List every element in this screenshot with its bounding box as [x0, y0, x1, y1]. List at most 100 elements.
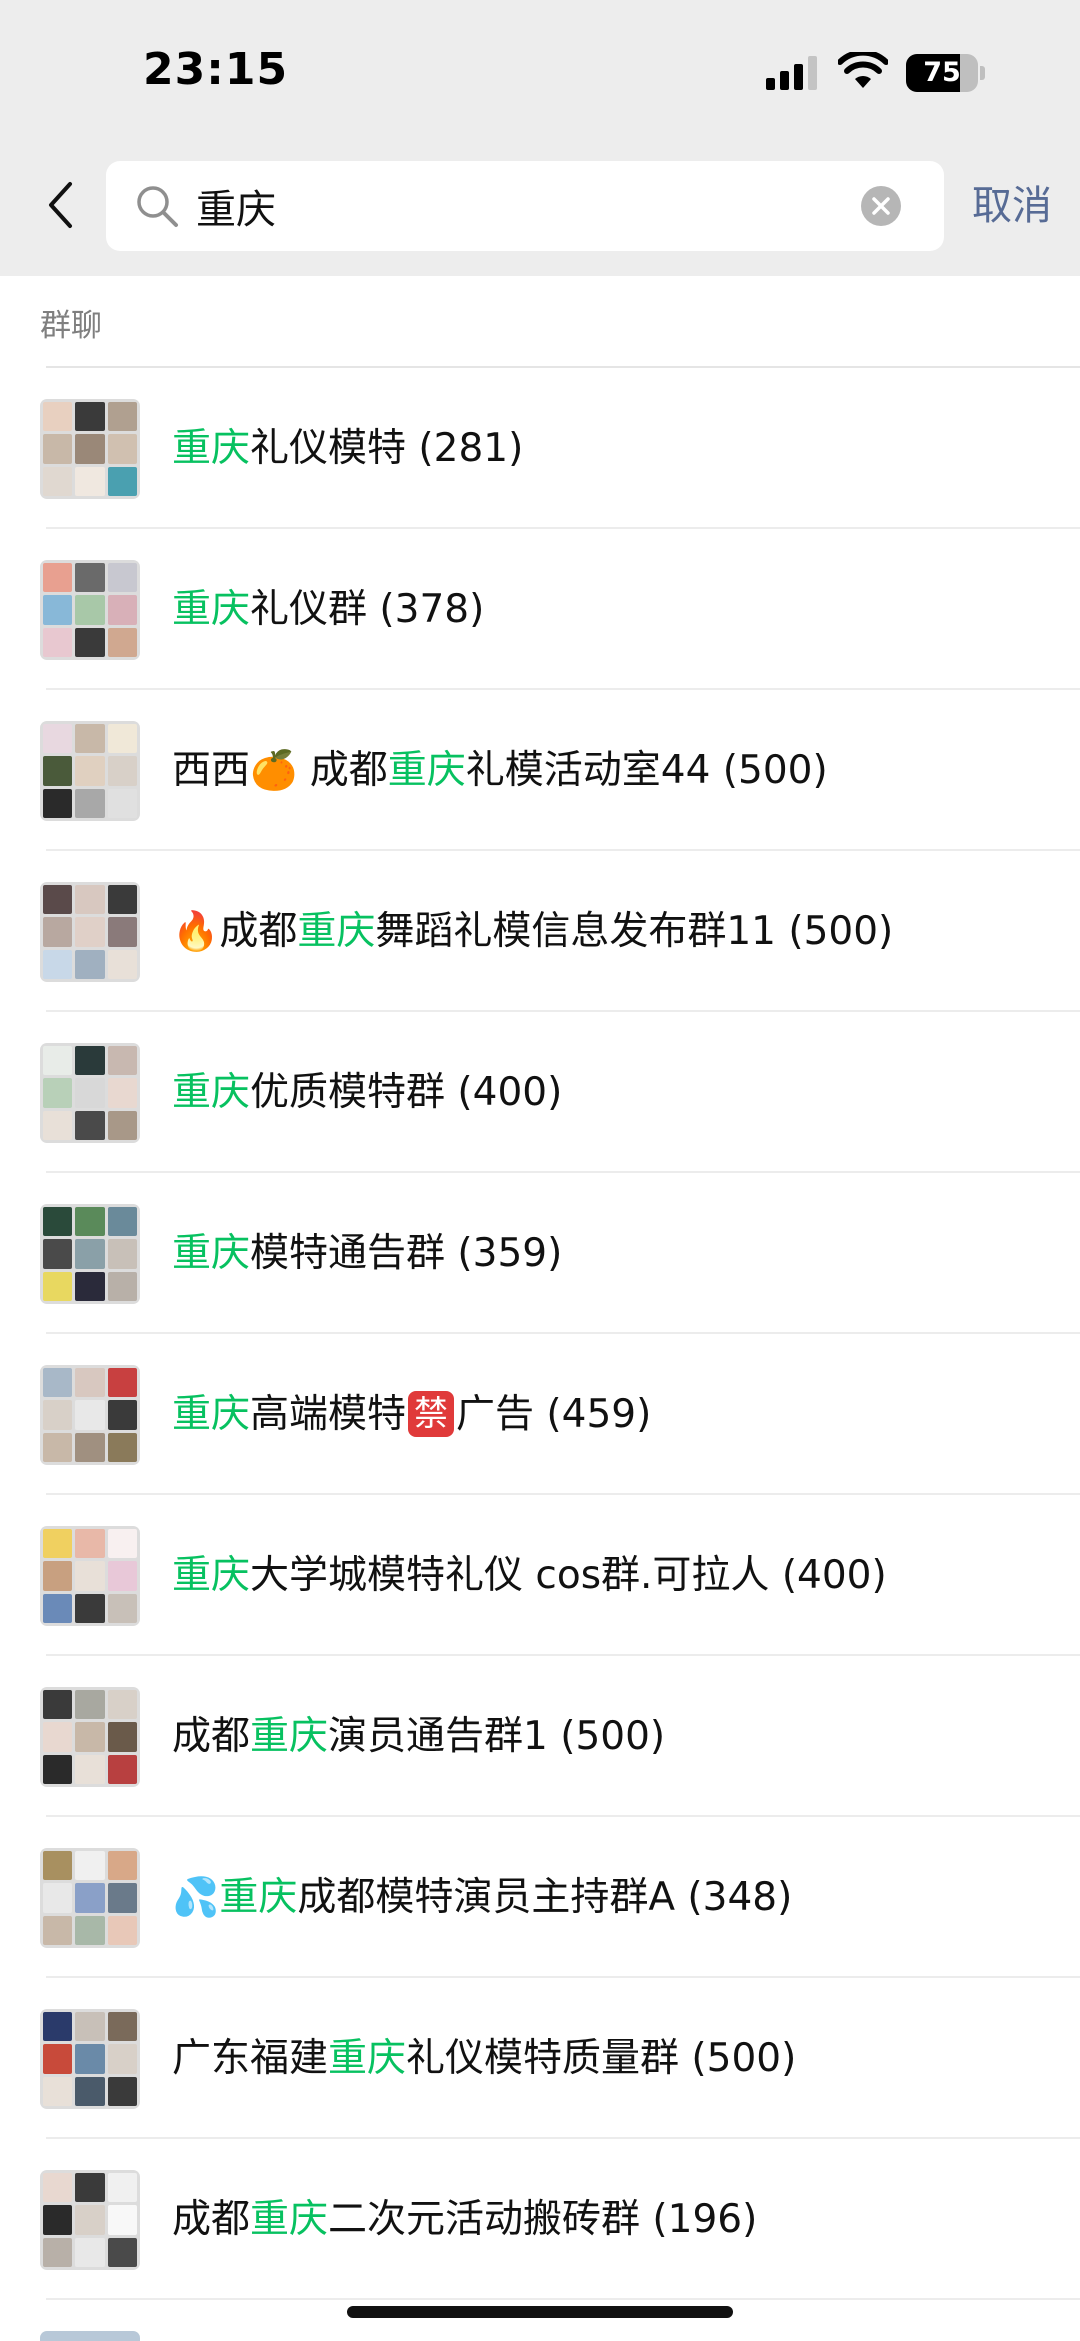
group-title: 重庆大学城模特礼仪 cos群.可拉人 (400): [172, 1495, 887, 1656]
group-chat-result[interactable]: 重庆优质模特群 (400): [0, 1012, 1080, 1173]
title-text: 广告 (459): [456, 1392, 652, 1437]
battery-level: 75: [923, 57, 961, 88]
title-text: 成都: [219, 909, 298, 954]
search-input[interactable]: [196, 161, 836, 251]
member-avatar-tile: [107, 1915, 137, 1945]
title-text: 礼仪群 (378): [250, 587, 485, 632]
member-avatar-tile: [43, 2173, 73, 2203]
member-avatar-tile: [75, 1110, 105, 1140]
title-text: 礼仪模特 (281): [250, 426, 524, 471]
cancel-button[interactable]: 取消: [972, 176, 1052, 236]
member-avatar-tile: [43, 1239, 73, 1269]
member-avatar-tile: [75, 1271, 105, 1301]
wifi-icon: [838, 52, 888, 88]
group-chat-result[interactable]: 重庆礼仪群 (378): [0, 529, 1080, 690]
title-text: 礼仪模特质量群 (500): [406, 2036, 797, 2081]
group-title: 成都重庆二次元活动搬砖群 (196): [172, 2139, 757, 2300]
section-header-group-chats: 群聊: [40, 308, 102, 344]
group-chat-result[interactable]: 成都重庆演员通告群1 (500): [0, 1656, 1080, 1817]
member-avatar-tile: [75, 1239, 105, 1269]
group-title: 重庆优质模特群 (400): [172, 1012, 562, 1173]
member-avatar-tile: [43, 1722, 73, 1752]
member-avatar-tile: [107, 1400, 137, 1430]
member-avatar-tile: [107, 1078, 137, 1108]
group-title: 西西🍊 成都重庆礼模活动室44 (500): [172, 690, 828, 851]
status-time: 23:15: [143, 44, 289, 95]
group-chat-result[interactable]: 💦重庆成都模特演员主持群A (348): [0, 1817, 1080, 1978]
member-avatar-tile: [43, 1110, 73, 1140]
member-avatar-tile: [43, 1851, 73, 1881]
back-button[interactable]: [30, 170, 90, 240]
member-avatar-tile: [107, 2012, 137, 2042]
group-title: 重庆礼仪模特 (281): [172, 368, 523, 529]
member-avatar-tile: [75, 1915, 105, 1945]
member-avatar-tile: [107, 788, 137, 818]
member-avatar-tile: [43, 949, 73, 979]
group-chat-result[interactable]: 重庆礼仪模特 (281): [0, 368, 1080, 529]
search-box[interactable]: [106, 161, 944, 251]
group-chat-result[interactable]: 重庆高端模特禁广告 (459): [0, 1334, 1080, 1495]
member-avatar-tile: [107, 1690, 137, 1720]
member-avatar-tile: [75, 2173, 105, 2203]
member-avatar-tile: [43, 466, 73, 496]
member-avatar-tile: [75, 917, 105, 947]
group-chat-result[interactable]: 广东福建重庆礼仪模特质量群 (500): [0, 1978, 1080, 2139]
member-avatar-tile: [75, 1722, 105, 1752]
member-avatar-tile: [75, 1078, 105, 1108]
member-avatar-tile: [107, 1110, 137, 1140]
title-text: 成都: [172, 2197, 251, 2242]
group-chat-result[interactable]: 成都重庆二次元活动搬砖群 (196): [0, 2139, 1080, 2300]
group-avatar: [40, 1687, 140, 1787]
member-avatar-tile: [75, 1432, 105, 1462]
group-chat-result[interactable]: 🔥成都重庆舞蹈礼模信息发布群11 (500): [0, 851, 1080, 1012]
title-text: 广东福建: [172, 2036, 329, 2081]
highlighted-keyword: 重庆: [387, 748, 466, 793]
member-avatar-tile: [107, 1561, 137, 1591]
member-avatar-tile: [75, 885, 105, 915]
member-avatar-tile: [43, 627, 73, 657]
title-text: 舞蹈礼模信息发布群11 (500): [375, 909, 894, 954]
member-avatar-tile: [75, 2076, 105, 2106]
member-avatar-tile: [43, 1690, 73, 1720]
group-chat-result[interactable]: 重庆模特通告群 (359): [0, 1173, 1080, 1334]
title-text: 成都模特演员主持群A (348): [297, 1875, 793, 1920]
highlighted-keyword: 重庆: [172, 1231, 251, 1276]
status-bar: 23:15 75: [0, 0, 1080, 150]
highlighted-keyword: 重庆: [172, 1070, 251, 1115]
member-avatar-tile: [43, 2076, 73, 2106]
title-text: 礼模活动室44 (500): [465, 748, 828, 793]
group-title: 🔥成都重庆舞蹈礼模信息发布群11 (500): [172, 851, 893, 1012]
cellular-signal-icon: [766, 56, 817, 90]
member-avatar-tile: [75, 1368, 105, 1398]
member-avatar-tile: [43, 2237, 73, 2267]
group-chat-result[interactable]: 西西🍊 成都重庆礼模活动室44 (500): [0, 690, 1080, 851]
group-chat-results-list: 重庆礼仪模特 (281) 重庆礼仪群 (378) 西西🍊 成都重庆礼模活动室44 (…: [0, 368, 1080, 2300]
emoji-icon: 🔥: [172, 909, 220, 953]
member-avatar-tile: [43, 2012, 73, 2042]
highlighted-keyword: 重庆: [172, 587, 251, 632]
member-avatar-tile: [43, 1368, 73, 1398]
member-avatar-tile: [107, 724, 137, 754]
member-avatar-tile: [107, 2044, 137, 2074]
member-avatar-tile: [75, 2205, 105, 2235]
member-avatar-tile: [75, 1561, 105, 1591]
member-avatar-tile: [43, 724, 73, 754]
title-text: 大学城模特礼仪 cos群.可拉人 (400): [250, 1553, 887, 1598]
member-avatar-tile: [43, 917, 73, 947]
title-text: 高端模特: [250, 1392, 407, 1437]
clear-icon[interactable]: [860, 185, 902, 227]
member-avatar-tile: [107, 1593, 137, 1623]
highlighted-keyword: 重庆: [172, 1553, 251, 1598]
member-avatar-tile: [43, 788, 73, 818]
member-avatar-tile: [107, 595, 137, 625]
member-avatar-tile: [75, 1529, 105, 1559]
top-area: 23:15 75 重庆 取消: [0, 0, 1080, 276]
member-avatar-tile: [43, 885, 73, 915]
member-avatar-tile: [75, 724, 105, 754]
member-avatar-tile: [107, 885, 137, 915]
group-chat-result[interactable]: 重庆大学城模特礼仪 cos群.可拉人 (400): [0, 1495, 1080, 1656]
member-avatar-tile: [43, 2044, 73, 2074]
member-avatar-tile: [43, 1883, 73, 1913]
member-avatar-tile: [43, 1593, 73, 1623]
member-avatar-tile: [107, 434, 137, 464]
